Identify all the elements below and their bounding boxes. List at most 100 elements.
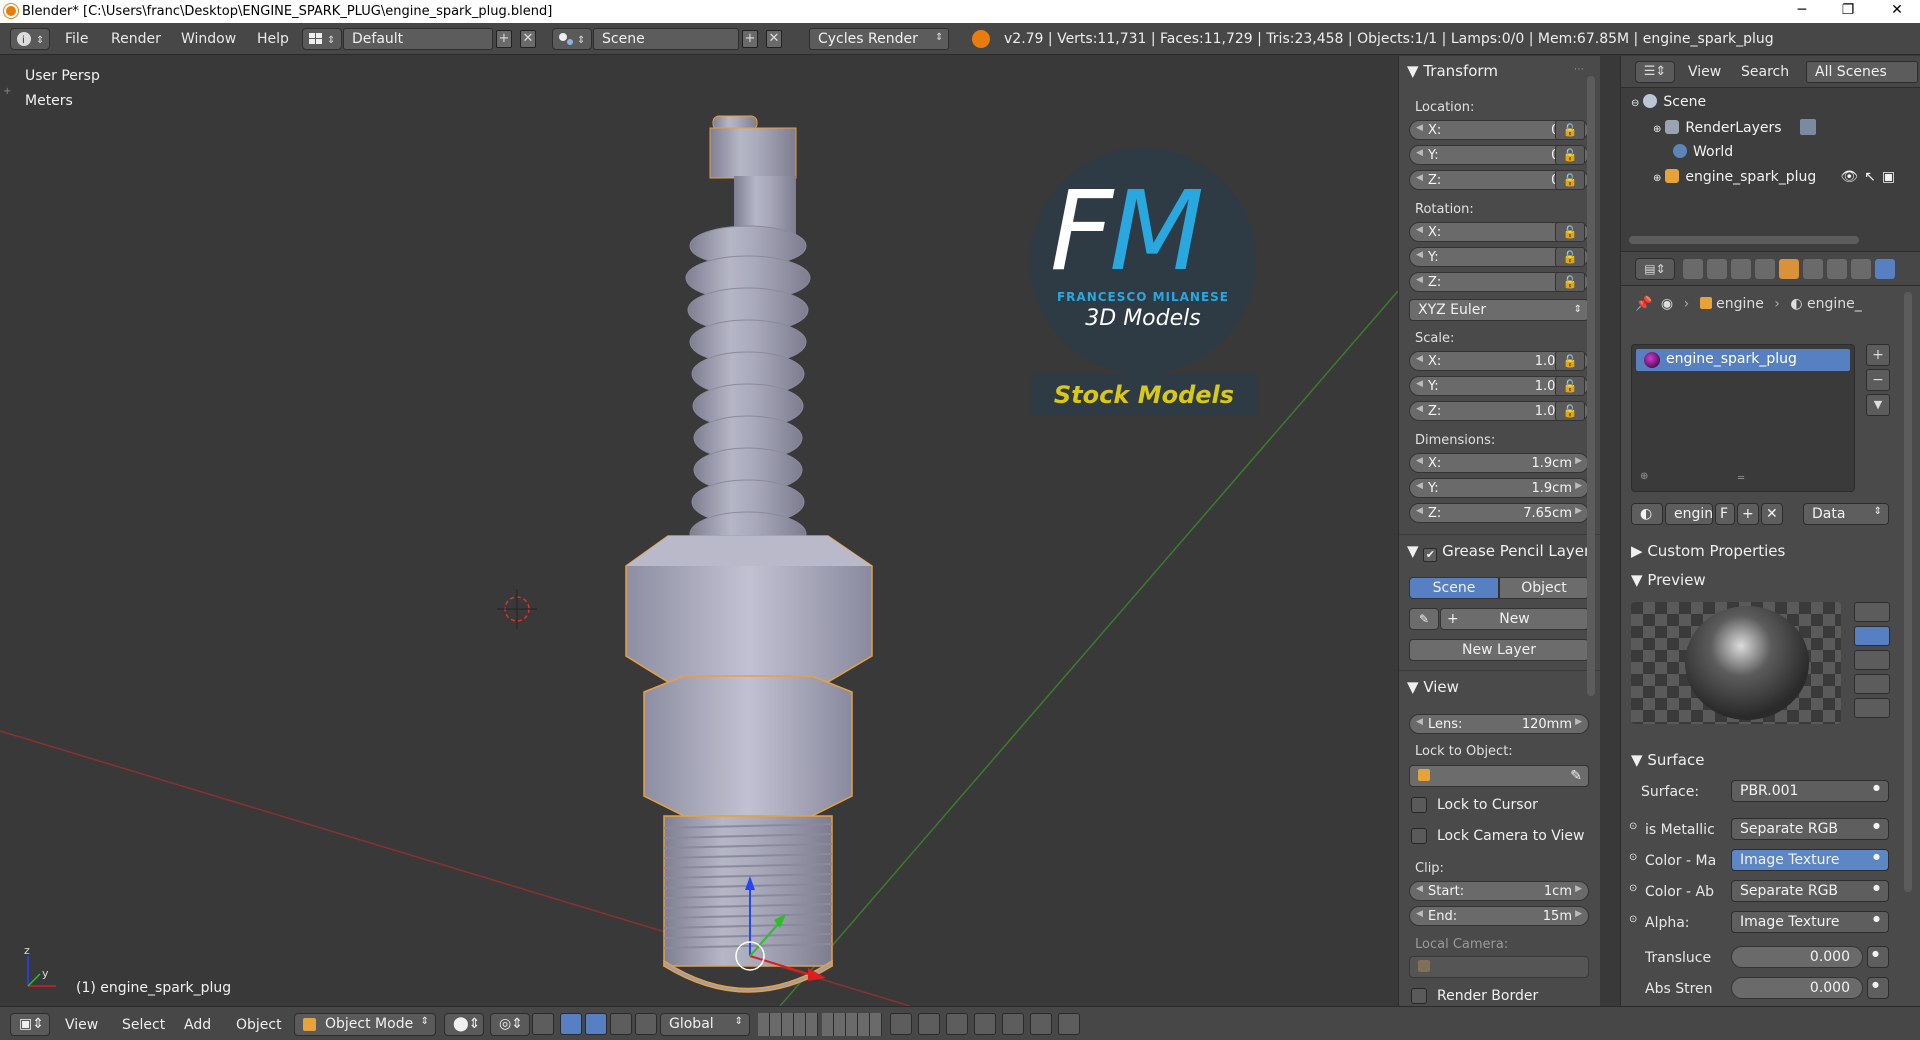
remove-scene-button[interactable]: ✕ <box>766 30 782 48</box>
visibility-eye-icon[interactable]: 👁 <box>1840 169 1858 185</box>
object-tab-icon[interactable] <box>1779 259 1799 279</box>
interaction-mode-select[interactable]: Object Mode ⇕ <box>294 1013 436 1036</box>
render-border-checkbox[interactable] <box>1411 988 1427 1004</box>
snap-toggle-icon[interactable] <box>946 1013 968 1035</box>
selectable-arrow-icon[interactable]: ↖ <box>1864 169 1876 185</box>
tab-grease-scene[interactable]: Scene <box>1409 577 1499 599</box>
lock-camera-checkbox[interactable] <box>1411 828 1427 844</box>
menu-window[interactable]: Window <box>181 31 236 47</box>
3d-viewport[interactable]: User Persp Meters + z y FM FRANCESCO MIL… <box>0 56 1398 1006</box>
snap-target-icon[interactable] <box>1002 1013 1024 1035</box>
scale-manipulator-icon[interactable] <box>635 1013 657 1035</box>
new-layer-button[interactable]: New Layer <box>1409 639 1589 661</box>
proportional-editing-icon[interactable] <box>918 1013 940 1035</box>
dimension-y-field[interactable]: ◀ Y: 1.9cm ▶ <box>1409 478 1589 498</box>
transform-orientation-select[interactable]: Global ⇕ <box>660 1013 750 1036</box>
preview-hair-icon[interactable] <box>1854 698 1890 718</box>
surface-panel-header[interactable]: ▼ Surface <box>1631 751 1704 769</box>
minimize-button[interactable]: ─ <box>1779 0 1825 23</box>
preview-header[interactable]: ▼ Preview <box>1631 571 1706 589</box>
link-socket-icon[interactable]: ⊙ <box>1629 914 1637 925</box>
shader-input-field[interactable]: Separate RGB ● <box>1731 880 1889 902</box>
outliner-item-engine-spark-plug[interactable]: ⊕ engine_spark_plug 👁 ↖ ▣ <box>1653 169 1895 185</box>
grease-pencil-icon[interactable]: ✎ <box>1409 608 1439 630</box>
lock-scale-z-icon[interactable]: 🔓 <box>1555 401 1585 421</box>
lens-field[interactable]: ◀ Lens: 120mm ▶ <box>1409 714 1589 734</box>
viewport-shading-select[interactable]: ⬤⇕ <box>444 1013 484 1036</box>
link-socket-icon[interactable]: ⊙ <box>1629 883 1637 894</box>
modifiers-tab-icon[interactable] <box>1827 259 1847 279</box>
3d-view-editor-type-icon[interactable]: ▣⇕ <box>10 1013 50 1036</box>
local-camera-field[interactable] <box>1409 956 1589 978</box>
material-slot-item[interactable]: engine_spark_plug <box>1636 349 1850 371</box>
grease-new-button[interactable]: + New <box>1440 608 1589 630</box>
pin-icon[interactable]: 📌 <box>1635 296 1652 312</box>
resize-handle-icon[interactable]: ⊕ <box>1640 471 1648 482</box>
lock-location-x-icon[interactable]: 🔓 <box>1555 120 1585 140</box>
screen-layout-icon[interactable]: ⇕ <box>302 28 342 50</box>
unlink-material-button[interactable]: ✕ <box>1761 503 1783 525</box>
clip-start-field[interactable]: ◀ Start: 1cm ▶ <box>1409 881 1589 901</box>
rotate-manipulator-icon[interactable] <box>610 1013 632 1035</box>
material-link-select[interactable]: Data ⇕ <box>1803 503 1889 525</box>
data-tab-icon[interactable] <box>1851 259 1871 279</box>
dimension-z-field[interactable]: ◀ Z: 7.65cm ▶ <box>1409 503 1589 523</box>
outliner-editor-type-icon[interactable]: ☰⇕ <box>1635 61 1675 83</box>
render-layers-tab-icon[interactable] <box>1707 259 1727 279</box>
outliner-item-scene[interactable]: ⊖ Scene <box>1631 94 1706 110</box>
local-view-icon[interactable] <box>890 1013 912 1035</box>
lock-to-cursor-checkbox[interactable] <box>1411 797 1427 813</box>
fake-user-button[interactable]: F <box>1715 503 1735 525</box>
view-panel-header[interactable]: ▼ View <box>1407 678 1459 696</box>
render-engine-select[interactable]: Cycles Render <box>809 28 949 50</box>
outliner-view-menu[interactable]: View <box>1688 64 1721 80</box>
shader-numeric-field[interactable]: 0.000 <box>1731 946 1863 968</box>
surface-shader-field[interactable]: PBR.001 ● <box>1731 780 1889 802</box>
add-scene-button[interactable]: + <box>742 30 758 48</box>
editor-type-info-icon[interactable]: i ⇕ <box>10 28 50 50</box>
screen-layout-field[interactable]: Default <box>343 28 493 50</box>
sidebar-scrollbar[interactable] <box>1587 76 1595 696</box>
menu-object[interactable]: Object <box>236 1017 282 1033</box>
world-tab-icon[interactable] <box>1755 259 1775 279</box>
outliner-hscrollbar[interactable] <box>1629 236 1859 244</box>
render-layer-icon[interactable] <box>1799 119 1816 135</box>
preview-sphere-icon[interactable] <box>1854 626 1890 646</box>
lock-rotation-z-icon[interactable]: 🔓 <box>1555 272 1585 292</box>
tab-grease-object[interactable]: Object <box>1499 577 1589 599</box>
outliner-item-renderlayers[interactable]: ⊕ RenderLayers <box>1653 119 1816 136</box>
menu-help[interactable]: Help <box>257 31 289 47</box>
grease-pencil-panel-header[interactable]: ▼ ✔ Grease Pencil Layer <box>1407 542 1590 562</box>
list-grip-icon[interactable]: ═ <box>1738 473 1744 484</box>
material-tab-icon[interactable] <box>1875 259 1895 279</box>
lock-location-z-icon[interactable]: 🔓 <box>1555 170 1585 190</box>
properties-scrollbar[interactable] <box>1904 292 1912 892</box>
clip-end-field[interactable]: ◀ End: 15m ▶ <box>1409 906 1589 926</box>
manipulator-toggle-icon[interactable] <box>560 1013 582 1035</box>
outliner-display-filter[interactable]: All Scenes <box>1806 61 1918 83</box>
scene-layers-grid-2[interactable] <box>822 1013 882 1036</box>
lock-location-y-icon[interactable]: 🔓 <box>1555 145 1585 165</box>
grease-pencil-enable-checkbox[interactable]: ✔ <box>1423 548 1438 562</box>
lock-object-field[interactable]: ✎ <box>1409 765 1589 787</box>
preview-cube-icon[interactable] <box>1854 650 1890 670</box>
shader-input-field[interactable]: Image Texture ● <box>1731 849 1889 871</box>
render-camera-icon[interactable]: ▣ <box>1882 169 1895 185</box>
close-button[interactable]: ✕ <box>1874 0 1920 23</box>
transform-panel-header[interactable]: ▼ Transform <box>1407 62 1498 80</box>
custom-properties-header[interactable]: ▶ Custom Properties <box>1631 542 1785 560</box>
material-browse-icon[interactable]: ◐ <box>1631 503 1663 525</box>
link-socket-icon[interactable]: ⊙ <box>1629 821 1637 832</box>
opengl-animation-icon[interactable] <box>1058 1013 1080 1035</box>
shader-input-field[interactable]: Image Texture ● <box>1731 911 1889 933</box>
menu-add[interactable]: Add <box>184 1017 211 1033</box>
shader-numeric-field[interactable]: 0.000 <box>1731 977 1863 999</box>
shader-input-field[interactable]: Separate RGB ● <box>1731 818 1889 840</box>
remove-screen-button[interactable]: ✕ <box>520 30 536 48</box>
material-specials-icon[interactable]: ▼ <box>1866 394 1890 416</box>
dimension-x-field[interactable]: ◀ X: 1.9cm ▶ <box>1409 453 1589 473</box>
link-socket-icon[interactable]: ⊙ <box>1629 852 1637 863</box>
outliner-item-world[interactable]: World <box>1673 144 1733 160</box>
material-name-field[interactable]: engin <box>1665 503 1713 525</box>
lock-scale-y-icon[interactable]: 🔓 <box>1555 376 1585 396</box>
